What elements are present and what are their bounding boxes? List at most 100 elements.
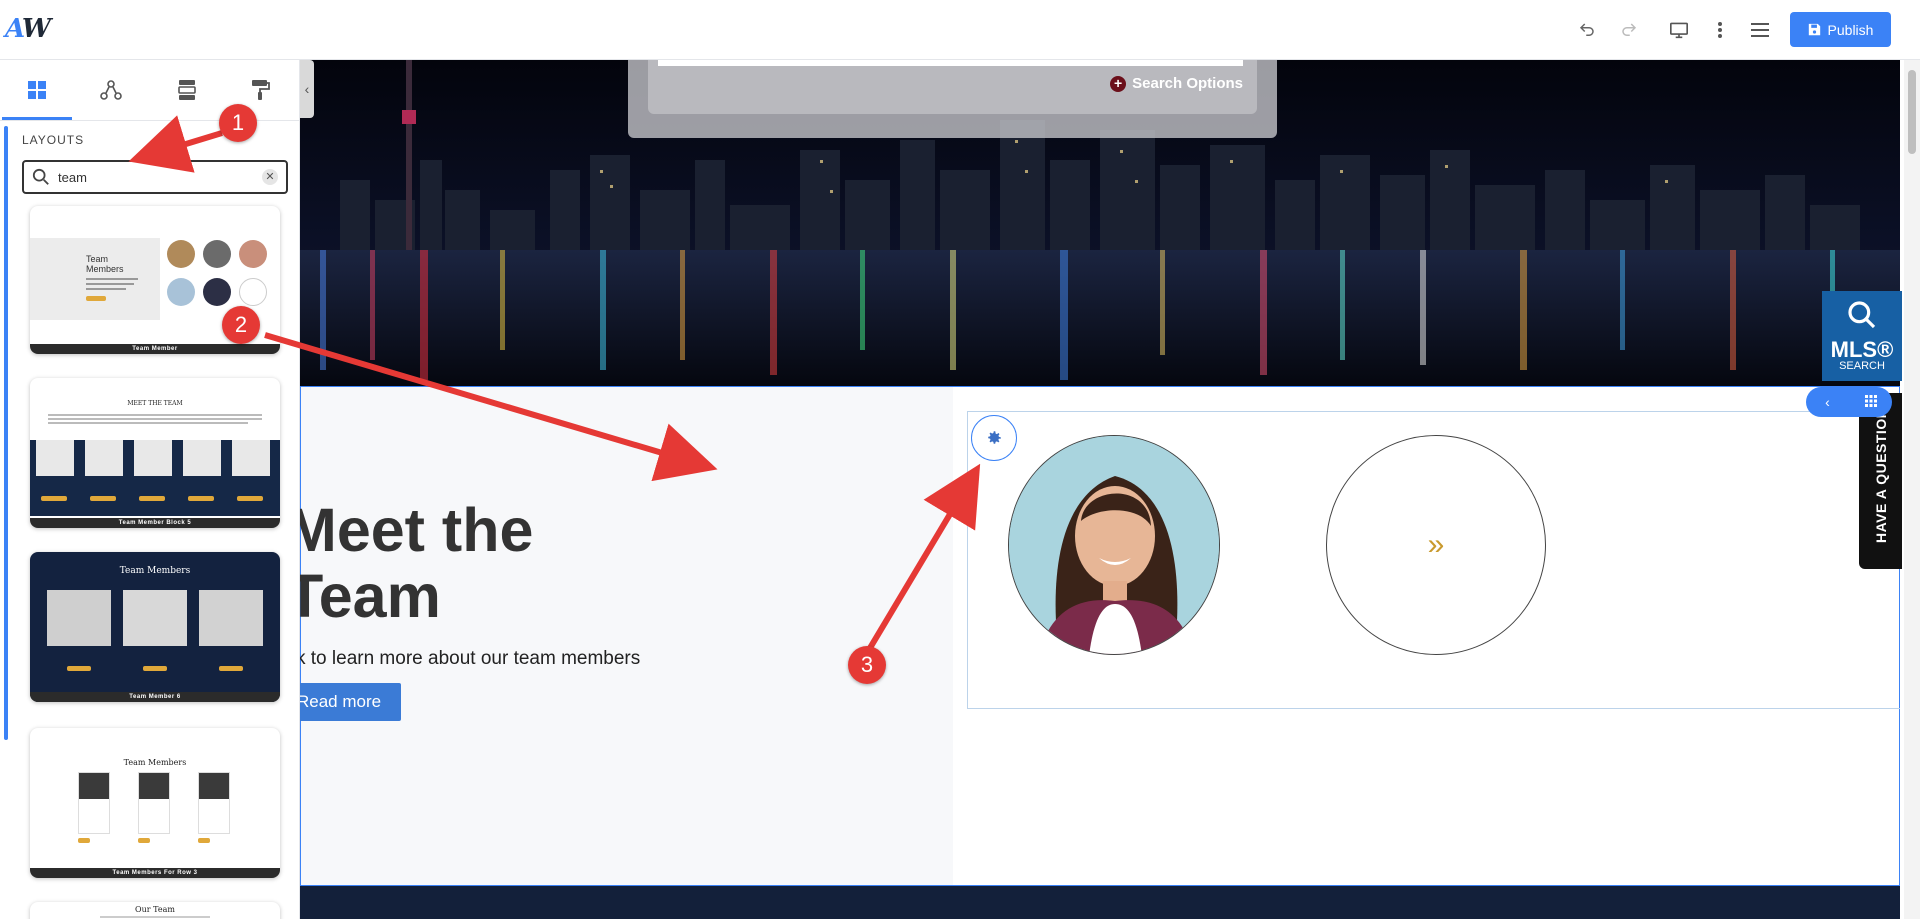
card-text-line: [48, 414, 262, 416]
chevron-left-icon[interactable]: ‹: [1806, 394, 1849, 410]
card-text-line: [86, 283, 134, 285]
team-intro-column: Meet the Team k to learn more about our …: [300, 387, 953, 885]
read-more-button[interactable]: Read more: [300, 683, 401, 721]
save-icon: [1808, 23, 1820, 36]
layout-card-team-members-row-3[interactable]: Team Members Team Members For Row 3: [30, 728, 280, 878]
panel-tabs: [0, 60, 299, 121]
card-mini-button: [78, 838, 90, 843]
team-heading-line: Team: [300, 562, 441, 630]
meet-the-team-section[interactable]: Meet the Team k to learn more about our …: [300, 386, 1900, 886]
tab-styles[interactable]: [248, 77, 274, 103]
card-mini-button: [143, 666, 167, 671]
team-avatar: [239, 278, 267, 306]
drag-grid-icon[interactable]: [1849, 394, 1892, 410]
card-title: Our Team: [135, 905, 175, 914]
layout-search-input[interactable]: [58, 168, 248, 186]
search-icon: [1848, 301, 1876, 329]
layout-card-team-member-6[interactable]: Team Members Team Member 6: [30, 552, 280, 702]
team-photo: [85, 440, 123, 476]
monitor-icon[interactable]: [1667, 18, 1691, 42]
scrollbar-thumb[interactable]: [1908, 70, 1916, 154]
team-photo: [199, 773, 229, 799]
card-title: MEET THE TEAM: [127, 400, 183, 407]
team-heading-line: Meet the: [300, 496, 534, 564]
section-floating-toolbar: ‹: [1806, 387, 1892, 417]
card-mini-button: [86, 296, 106, 301]
blocks-icon: [178, 80, 196, 100]
page-scrollbar[interactable]: [1904, 60, 1920, 919]
next-member-button[interactable]: »: [1326, 435, 1546, 655]
search-form: + Search Options: [648, 60, 1257, 114]
team-photo: [79, 773, 109, 799]
card-text-line: [48, 418, 262, 420]
card-caption: Team Member Block 5: [30, 518, 280, 528]
panel-scroll-indicator[interactable]: [4, 126, 8, 740]
search-field[interactable]: [658, 60, 1243, 66]
team-photo: [123, 590, 187, 646]
team-photo: [47, 590, 111, 646]
hero-city-banner: + Search Options ‹: [300, 60, 1900, 386]
card-mini-button: [188, 496, 214, 501]
chevron-left-icon: ‹: [304, 81, 310, 97]
mls-label: MLS®: [1830, 337, 1894, 362]
hamburger-icon[interactable]: [1748, 18, 1772, 42]
publish-button[interactable]: Publish: [1790, 12, 1891, 47]
card-caption: Team Member: [30, 344, 280, 354]
card-mini-button: [198, 838, 210, 843]
card-mini-button: [90, 496, 116, 501]
layout-card-our-team[interactable]: Our Team: [30, 902, 280, 919]
footer-section: [300, 886, 1900, 919]
tab-sections[interactable]: [174, 77, 200, 103]
card-mini-button: [237, 496, 263, 501]
card-text-line: [86, 278, 138, 280]
undo-icon[interactable]: [1575, 18, 1599, 42]
team-photo: [139, 773, 169, 799]
clear-icon[interactable]: ✕: [262, 169, 278, 185]
card-text-line: [100, 916, 210, 918]
team-heading: Meet the Team: [300, 497, 533, 629]
team-member-photo[interactable]: [1008, 435, 1220, 655]
tab-layouts[interactable]: [2, 77, 72, 120]
nodes-icon: [100, 80, 122, 100]
team-member-card: [78, 772, 110, 834]
team-avatar: [203, 278, 231, 306]
plus-circle-icon: +: [1110, 75, 1127, 92]
redo-icon[interactable]: [1617, 18, 1641, 42]
mls-search-widget[interactable]: MLS® SEARCH: [1822, 291, 1902, 381]
layouts-heading: LAYOUTS: [22, 133, 85, 147]
woman-portrait-image: [1009, 436, 1219, 654]
double-chevron-right-icon: »: [1427, 528, 1445, 561]
team-photo: [199, 590, 263, 646]
grid-icon: [28, 81, 46, 99]
team-member-card: [198, 772, 230, 834]
have-a-question-tab[interactable]: HAVE A QUESTION?: [1859, 393, 1902, 569]
collapse-panel-button[interactable]: ‹: [300, 60, 314, 118]
app-logo[interactable]: AW: [5, 14, 51, 44]
left-panel: LAYOUTS ✕ Team Members Team Member MEET …: [0, 60, 300, 919]
paint-roller-icon: [252, 80, 270, 100]
team-avatar: [203, 240, 231, 268]
card-caption: Team Members For Row 3: [30, 868, 280, 878]
element-settings-button[interactable]: [971, 415, 1017, 461]
mls-search-overlay: + Search Options: [628, 60, 1277, 138]
search-options-link[interactable]: + Search Options: [1110, 75, 1243, 92]
layout-search[interactable]: ✕: [22, 160, 288, 194]
team-avatar: [167, 240, 195, 268]
layout-card-team-member[interactable]: Team Members Team Member: [30, 206, 280, 354]
team-subtitle: k to learn more about our team members: [300, 648, 641, 669]
card-text-block: Team Members: [30, 238, 160, 320]
have-a-question-label: HAVE A QUESTION?: [1873, 398, 1889, 543]
card-mini-button: [219, 666, 243, 671]
tab-components[interactable]: [98, 77, 124, 103]
search-icon: [32, 168, 49, 185]
logo-letter-w: W: [21, 14, 51, 44]
kebab-icon[interactable]: [1708, 18, 1732, 42]
team-photo: [36, 440, 74, 476]
editor-canvas: + Search Options ‹ Meet the Team k to le…: [300, 60, 1900, 919]
top-toolbar: AW Publish: [0, 0, 1920, 60]
layout-card-team-member-block-5[interactable]: MEET THE TEAM Team Member Block 5: [30, 378, 280, 528]
card-text-line: [86, 288, 126, 290]
card-mini-button: [138, 838, 150, 843]
team-photo: [183, 440, 221, 476]
card-text-line: [48, 422, 248, 424]
